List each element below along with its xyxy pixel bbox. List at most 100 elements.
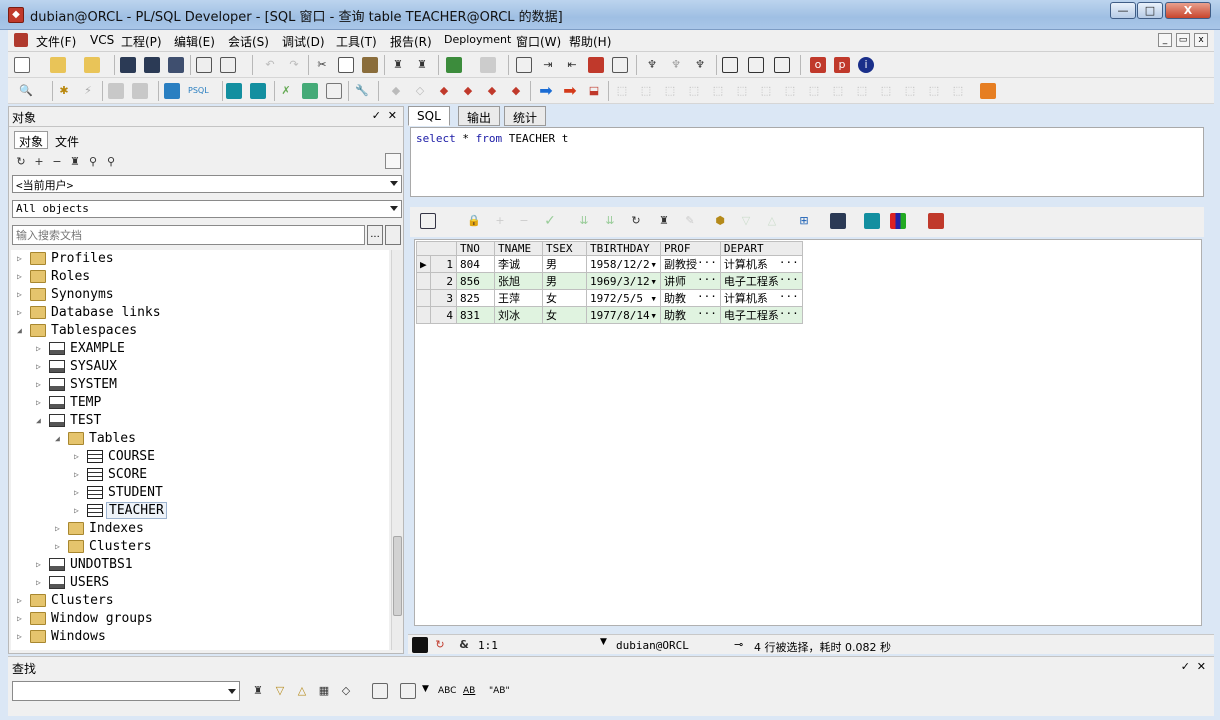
search-options-icon[interactable] — [385, 225, 401, 245]
ampersand-icon[interactable]: & — [456, 637, 472, 653]
table-cell[interactable]: 李诚 — [494, 255, 543, 273]
check-icon[interactable] — [516, 57, 532, 73]
tab-statistics[interactable]: 统计 — [504, 106, 547, 126]
tree-node-test[interactable]: ◢ TEST — [36, 413, 103, 431]
new-icon[interactable] — [14, 57, 30, 73]
table-cell[interactable]: 计算机系 ··· — [719, 289, 803, 307]
back-icon[interactable] — [446, 57, 462, 73]
mdi-close-button[interactable]: x — [1194, 33, 1208, 47]
wrench-icon[interactable]: 🔧 — [354, 83, 370, 99]
tree-node-synonyms[interactable]: ▷ Synonyms — [17, 287, 116, 305]
expand-toggle-icon[interactable]: ▷ — [55, 542, 65, 551]
refresh-grid-icon[interactable]: ↻ — [628, 213, 644, 229]
connection-label[interactable]: dubian@ORCL — [616, 639, 689, 652]
export-grid-icon[interactable] — [864, 213, 880, 229]
rollback-icon[interactable] — [132, 83, 148, 99]
ellipsis-icon[interactable]: ··· — [779, 307, 799, 320]
object-filter-select[interactable]: All objects — [12, 200, 402, 218]
tree-node-roles[interactable]: ▷ Roles — [17, 269, 92, 287]
settings-icon[interactable]: ✱ — [56, 83, 72, 99]
tree-node-clusters[interactable]: ▷ Clusters — [55, 539, 154, 557]
exact-phrase-option[interactable]: "AB" — [489, 686, 510, 696]
filter-edit-icon[interactable]: ⚲ — [103, 154, 119, 170]
find-next-icon[interactable]: ♜ — [414, 57, 430, 73]
arrow-right-blue-icon[interactable]: ➡ — [538, 83, 554, 99]
print-icon[interactable] — [196, 57, 212, 73]
close-panel-icon[interactable]: ✕ — [388, 109, 397, 122]
close-button[interactable]: X — [1165, 2, 1211, 19]
ellipsis-icon[interactable]: ··· — [697, 307, 717, 320]
tree-node-indexes[interactable]: ▷ Indexes — [55, 521, 146, 539]
tree-node-tables[interactable]: ◢ Tables — [55, 431, 138, 449]
menu-project[interactable]: 工程(P) — [121, 33, 162, 50]
eraser-icon[interactable]: ◇ — [338, 683, 354, 699]
compare-icon[interactable] — [326, 83, 342, 99]
tree-scrollbar[interactable] — [391, 250, 403, 650]
menu-tools[interactable]: 工具(T) — [336, 33, 377, 50]
tab-output[interactable]: 输出 — [458, 106, 501, 126]
previous-record-icon[interactable]: ▽ — [738, 213, 754, 229]
tree-node-tablespaces[interactable]: ◢ Tablespaces — [17, 323, 139, 341]
selection-only-icon[interactable] — [372, 683, 388, 699]
expand-toggle-icon[interactable]: ▷ — [55, 524, 65, 533]
table-cell[interactable]: 助教 ··· — [660, 306, 721, 324]
tree-node-teacher[interactable]: ▷ TEACHER — [74, 502, 167, 521]
expand-toggle-icon[interactable]: ◢ — [55, 434, 65, 443]
expand-toggle-icon[interactable]: ▷ — [17, 308, 27, 317]
redo-icon[interactable]: ↷ — [286, 57, 302, 73]
expand-toggle-icon[interactable]: ▷ — [17, 272, 27, 281]
table-cell[interactable]: 计算机系 ··· — [719, 255, 803, 273]
expand-toggle-icon[interactable]: ◢ — [36, 416, 46, 425]
toolbar-action-1-icon[interactable]: ◆ — [388, 83, 404, 99]
insert-row-icon[interactable]: + — [492, 213, 508, 229]
export-icon[interactable] — [302, 83, 318, 99]
find-text-input[interactable] — [12, 681, 240, 701]
maximize-button[interactable]: □ — [1137, 2, 1163, 19]
pin-icon[interactable]: ✓ — [372, 109, 381, 122]
sql-text[interactable]: select * from TEACHER t — [416, 132, 568, 145]
date-dropdown-icon[interactable]: ▾ — [650, 258, 657, 271]
expand-toggle-icon[interactable]: ▷ — [36, 560, 46, 569]
find-close-icon[interactable]: ✕ — [1197, 660, 1206, 673]
debug-2-icon[interactable]: ⬚ — [638, 83, 654, 99]
describe-icon[interactable]: 🔍 — [18, 83, 34, 99]
tree-node-student[interactable]: ▷ STUDENT — [74, 485, 165, 503]
tree-node-windows[interactable]: ▷ Windows — [17, 629, 108, 647]
table-cell[interactable]: 1958/12/2 ▾ — [586, 255, 661, 273]
find-pin-icon[interactable]: ✓ — [1181, 660, 1190, 673]
row-indicator[interactable] — [416, 306, 431, 324]
whole-word-option[interactable]: AB — [463, 686, 475, 696]
debug-5-icon[interactable]: ⬚ — [710, 83, 726, 99]
find-icon[interactable]: ♜ — [390, 57, 406, 73]
uncomment-icon[interactable] — [612, 57, 628, 73]
minimize-button[interactable]: — — [1110, 2, 1136, 19]
info-icon[interactable]: i — [858, 57, 874, 73]
scope-dropdown-icon[interactable]: ▼ — [422, 684, 429, 694]
ellipsis-icon[interactable]: ··· — [779, 273, 799, 286]
debug-13-icon[interactable]: ⬚ — [902, 83, 918, 99]
search-browse-button[interactable]: ... — [367, 225, 383, 245]
table-cell[interactable]: 讲师 ··· — [660, 272, 721, 290]
toolbar-action-5-icon[interactable]: ◆ — [484, 83, 500, 99]
expand-toggle-icon[interactable]: ▷ — [74, 488, 84, 497]
menu-edit[interactable]: 编辑(E) — [174, 33, 215, 50]
expand-toggle-icon[interactable]: ▷ — [36, 578, 46, 587]
tree-node-score[interactable]: ▷ SCORE — [74, 467, 149, 485]
toolbar-action-4-icon[interactable]: ◆ — [460, 83, 476, 99]
tab-sql[interactable]: SQL — [408, 106, 450, 126]
execute-icon[interactable]: ⚡ — [80, 83, 96, 99]
table-cell[interactable]: 女 — [542, 306, 587, 324]
mdi-minimize-button[interactable]: _ — [1158, 33, 1172, 47]
tree-node-profiles[interactable]: ▷ Profiles — [17, 251, 116, 269]
expand-toggle-icon[interactable]: ▷ — [74, 452, 84, 461]
tools-icon[interactable]: ✗ — [278, 83, 294, 99]
open-recent-icon[interactable] — [84, 57, 100, 73]
connection-dropdown-icon[interactable]: ▼ — [600, 637, 607, 647]
debug-7-icon[interactable]: ⬚ — [758, 83, 774, 99]
menu-vcs[interactable]: VCS — [90, 33, 114, 47]
expand-toggle-icon[interactable]: ▷ — [17, 254, 27, 263]
session-kill-icon[interactable] — [250, 83, 266, 99]
unindent-icon[interactable]: ⇤ — [564, 57, 580, 73]
tree-node-window-groups[interactable]: ▷ Window groups — [17, 611, 155, 629]
debug-9-icon[interactable]: ⬚ — [806, 83, 822, 99]
